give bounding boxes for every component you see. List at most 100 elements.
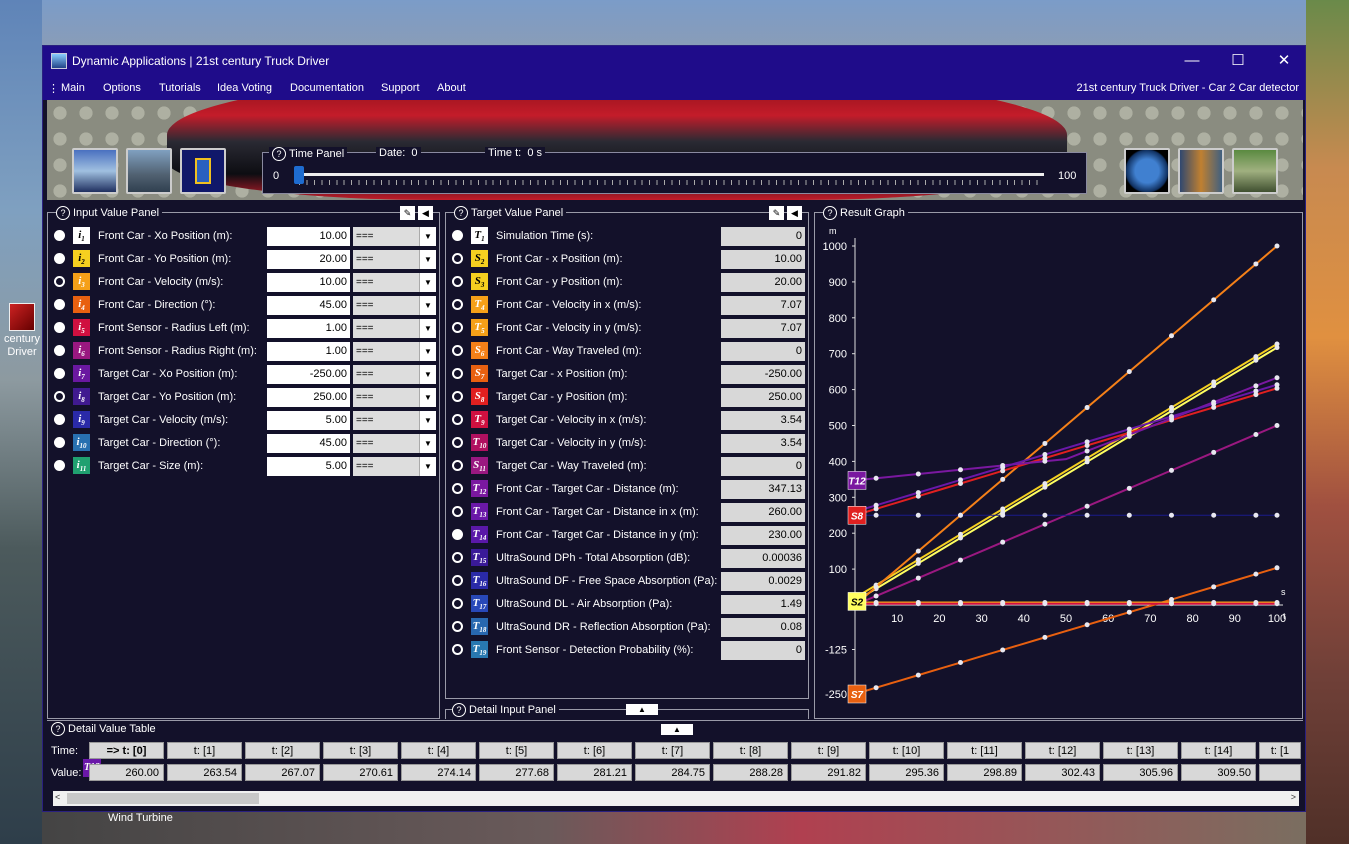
help-icon[interactable]: ?	[272, 147, 286, 161]
row-select-radio[interactable]	[54, 368, 65, 379]
operator-select[interactable]: === ▼	[353, 411, 436, 430]
time-cell[interactable]: t: [11]	[947, 742, 1022, 759]
time-cell[interactable]: t: [1]	[167, 742, 242, 759]
row-select-radio[interactable]	[452, 322, 463, 333]
gallery-button[interactable]	[1178, 148, 1224, 194]
operator-select[interactable]: === ▼	[353, 342, 436, 361]
help-icon[interactable]: ?	[51, 722, 65, 736]
input-value-field[interactable]: 10.00	[267, 227, 350, 246]
collapse-left-icon[interactable]: ◀	[418, 206, 433, 220]
time-slider[interactable]	[299, 173, 1044, 176]
operator-select[interactable]: === ▼	[353, 457, 436, 476]
row-select-radio[interactable]	[54, 276, 65, 287]
operator-select[interactable]: === ▼	[353, 273, 436, 292]
row-select-radio[interactable]	[452, 575, 463, 586]
edit-icon[interactable]: ✎	[769, 206, 784, 220]
menu-idea-voting[interactable]: Idea Voting	[217, 82, 272, 94]
time-cell[interactable]: t: [6]	[557, 742, 632, 759]
input-value-field[interactable]: 5.00	[267, 411, 350, 430]
exit-door-button[interactable]	[180, 148, 226, 194]
operator-select[interactable]: === ▼	[353, 388, 436, 407]
row-select-radio[interactable]	[54, 253, 65, 264]
row-select-radio[interactable]	[452, 621, 463, 632]
operator-select[interactable]: === ▼	[353, 250, 436, 269]
time-cell[interactable]: t: [9]	[791, 742, 866, 759]
row-select-radio[interactable]	[54, 322, 65, 333]
row-select-radio[interactable]	[452, 276, 463, 287]
horizontal-scrollbar[interactable]: < >	[53, 791, 1299, 806]
input-value-field[interactable]: 45.00	[267, 296, 350, 315]
input-value-field[interactable]: 250.00	[267, 388, 350, 407]
result-graph-chart[interactable]: mst1000900800700600500400300200100-125-2…	[815, 213, 1302, 718]
menu-about[interactable]: About	[437, 82, 466, 94]
time-cell[interactable]: t: [13]	[1103, 742, 1178, 759]
time-cell[interactable]: t: [10]	[869, 742, 944, 759]
building-button[interactable]	[1232, 148, 1278, 194]
row-select-radio[interactable]	[54, 299, 65, 310]
scene-button-2[interactable]	[126, 148, 172, 194]
help-icon[interactable]: ?	[454, 206, 468, 220]
maximize-button[interactable]: ☐	[1215, 46, 1261, 76]
time-cell[interactable]: t: [14]	[1181, 742, 1256, 759]
row-select-radio[interactable]	[452, 253, 463, 264]
time-cell[interactable]: => t: [0]	[89, 742, 164, 759]
operator-select[interactable]: === ▼	[353, 319, 436, 338]
time-slider-thumb[interactable]	[294, 166, 304, 184]
scroll-left-icon[interactable]: <	[55, 792, 60, 802]
input-value-field[interactable]: 45.00	[267, 434, 350, 453]
input-value-field[interactable]: 20.00	[267, 250, 350, 269]
help-icon[interactable]: ?	[56, 206, 70, 220]
row-select-radio[interactable]	[452, 506, 463, 517]
row-select-radio[interactable]	[54, 414, 65, 425]
operator-select[interactable]: === ▼	[353, 365, 436, 384]
menu-tutorials[interactable]: Tutorials	[159, 82, 201, 94]
row-select-radio[interactable]	[54, 345, 65, 356]
time-cell[interactable]: t: [5]	[479, 742, 554, 759]
row-select-radio[interactable]	[452, 414, 463, 425]
row-select-radio[interactable]	[452, 552, 463, 563]
row-select-radio[interactable]	[54, 460, 65, 471]
row-select-radio[interactable]	[452, 299, 463, 310]
menu-documentation[interactable]: Documentation	[290, 82, 364, 94]
row-select-radio[interactable]	[452, 391, 463, 402]
operator-select[interactable]: === ▼	[353, 296, 436, 315]
scene-button-1[interactable]	[72, 148, 118, 194]
input-value-field[interactable]: 5.00	[267, 457, 350, 476]
menu-options[interactable]: Options	[103, 82, 141, 94]
desktop-shortcut-truck-driver[interactable]: century Driver	[2, 303, 42, 359]
row-select-radio[interactable]	[54, 230, 65, 241]
menu-support[interactable]: Support	[381, 82, 420, 94]
row-select-radio[interactable]	[54, 437, 65, 448]
row-select-radio[interactable]	[452, 437, 463, 448]
input-value-field[interactable]: 1.00	[267, 319, 350, 338]
operator-select[interactable]: === ▼	[353, 227, 436, 246]
row-select-radio[interactable]	[452, 644, 463, 655]
title-bar[interactable]: Dynamic Applications | 21st century Truc…	[43, 46, 1305, 76]
row-select-radio[interactable]	[452, 345, 463, 356]
time-cell[interactable]: t: [4]	[401, 742, 476, 759]
time-cell[interactable]: t: [3]	[323, 742, 398, 759]
row-select-radio[interactable]	[452, 368, 463, 379]
expand-up-icon[interactable]: ▲	[626, 704, 658, 715]
edit-icon[interactable]: ✎	[400, 206, 415, 220]
close-button[interactable]: ✕	[1261, 46, 1305, 76]
collapse-left-icon[interactable]: ◀	[787, 206, 802, 220]
time-cell[interactable]: t: [2]	[245, 742, 320, 759]
minimize-button[interactable]: —	[1169, 46, 1215, 76]
row-select-radio[interactable]	[452, 483, 463, 494]
menu-main[interactable]: Main	[61, 82, 85, 94]
row-select-radio[interactable]	[452, 460, 463, 471]
row-select-radio[interactable]	[452, 230, 463, 241]
time-cell[interactable]: t: [12]	[1025, 742, 1100, 759]
globe-button[interactable]	[1124, 148, 1170, 194]
time-cell[interactable]: t: [8]	[713, 742, 788, 759]
time-cell[interactable]: t: [7]	[635, 742, 710, 759]
scrollbar-thumb[interactable]	[67, 793, 259, 804]
input-value-field[interactable]: 10.00	[267, 273, 350, 292]
row-select-radio[interactable]	[452, 598, 463, 609]
input-value-field[interactable]: 1.00	[267, 342, 350, 361]
help-icon[interactable]: ?	[452, 703, 466, 717]
time-cell[interactable]: t: [1	[1259, 742, 1301, 759]
row-select-radio[interactable]	[452, 529, 463, 540]
desktop-shortcut-wind-turbine[interactable]: Wind Turbine	[108, 812, 173, 824]
